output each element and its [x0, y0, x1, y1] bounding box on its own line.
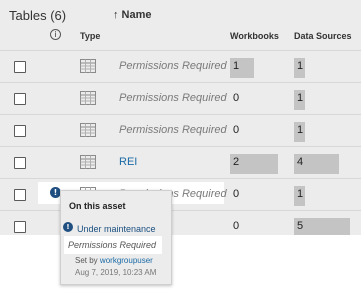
- table-type-icon: [80, 91, 96, 105]
- table-row[interactable]: Permissions Required 0 1: [0, 114, 361, 146]
- table-name-restricted: Permissions Required: [119, 60, 227, 72]
- workbooks-count: 0: [233, 92, 240, 104]
- column-header-type[interactable]: Type: [80, 31, 100, 47]
- column-header-info[interactable]: i: [50, 29, 61, 45]
- row-checkbox[interactable]: [14, 61, 26, 73]
- table-type-icon: [80, 123, 96, 137]
- maintenance-status: Under maintenance: [77, 224, 156, 234]
- tables-panel: Tables (6) i Type ↑ Name Workbooks Data …: [0, 0, 361, 238]
- row-checkbox[interactable]: [14, 125, 26, 137]
- data-sources-count: 5: [297, 220, 304, 232]
- info-icon: i: [50, 29, 61, 40]
- popup-date: Aug 7, 2019, 10:23 AM: [75, 268, 157, 277]
- panel-title: Tables (6): [9, 8, 67, 23]
- column-header-name[interactable]: ↑ Name: [113, 9, 152, 25]
- data-sources-count: 1: [297, 124, 304, 136]
- table-type-icon: [80, 155, 96, 169]
- table-name-restricted: Permissions Required: [119, 92, 227, 104]
- data-sources-count: 1: [297, 188, 304, 200]
- column-header-workbooks[interactable]: Workbooks: [230, 31, 279, 47]
- data-sources-count: 4: [297, 156, 304, 168]
- workbooks-count: 0: [233, 188, 240, 200]
- set-by-user-link[interactable]: workgroupuser: [100, 256, 153, 265]
- popup-title: On this asset: [69, 201, 126, 211]
- maintenance-icon: !: [63, 222, 73, 232]
- table-row[interactable]: REI 2 4: [0, 146, 361, 178]
- table-name-link[interactable]: REI: [119, 156, 137, 168]
- workbooks-count: 0: [233, 220, 240, 232]
- row-checkbox[interactable]: [14, 221, 26, 233]
- column-header-data-sources[interactable]: Data Sources: [294, 31, 352, 47]
- row-checkbox[interactable]: [14, 93, 26, 105]
- data-sources-count: 1: [297, 92, 304, 104]
- table-row[interactable]: ! Permissions Required 0 1: [0, 178, 361, 210]
- popup-message: Permissions Required: [64, 236, 162, 254]
- asset-info-popup: On this asset ! Under maintenance Permis…: [60, 190, 172, 285]
- row-checkbox[interactable]: [14, 157, 26, 169]
- data-sources-count: 1: [297, 60, 304, 72]
- table-row[interactable]: Permissions Required 1 1: [0, 50, 361, 82]
- workbooks-count: 1: [233, 60, 240, 72]
- workbooks-count: 0: [233, 124, 240, 136]
- table-row[interactable]: Permissions Required 0 1: [0, 82, 361, 114]
- set-by-line: Set by workgroupuser: [75, 256, 153, 265]
- row-checkbox[interactable]: [14, 189, 26, 201]
- table-type-icon: [80, 59, 96, 73]
- table-name-restricted: Permissions Required: [119, 124, 227, 136]
- set-by-prefix: Set by: [75, 256, 98, 265]
- workbooks-count: 2: [233, 156, 240, 168]
- lower-area: [0, 235, 361, 291]
